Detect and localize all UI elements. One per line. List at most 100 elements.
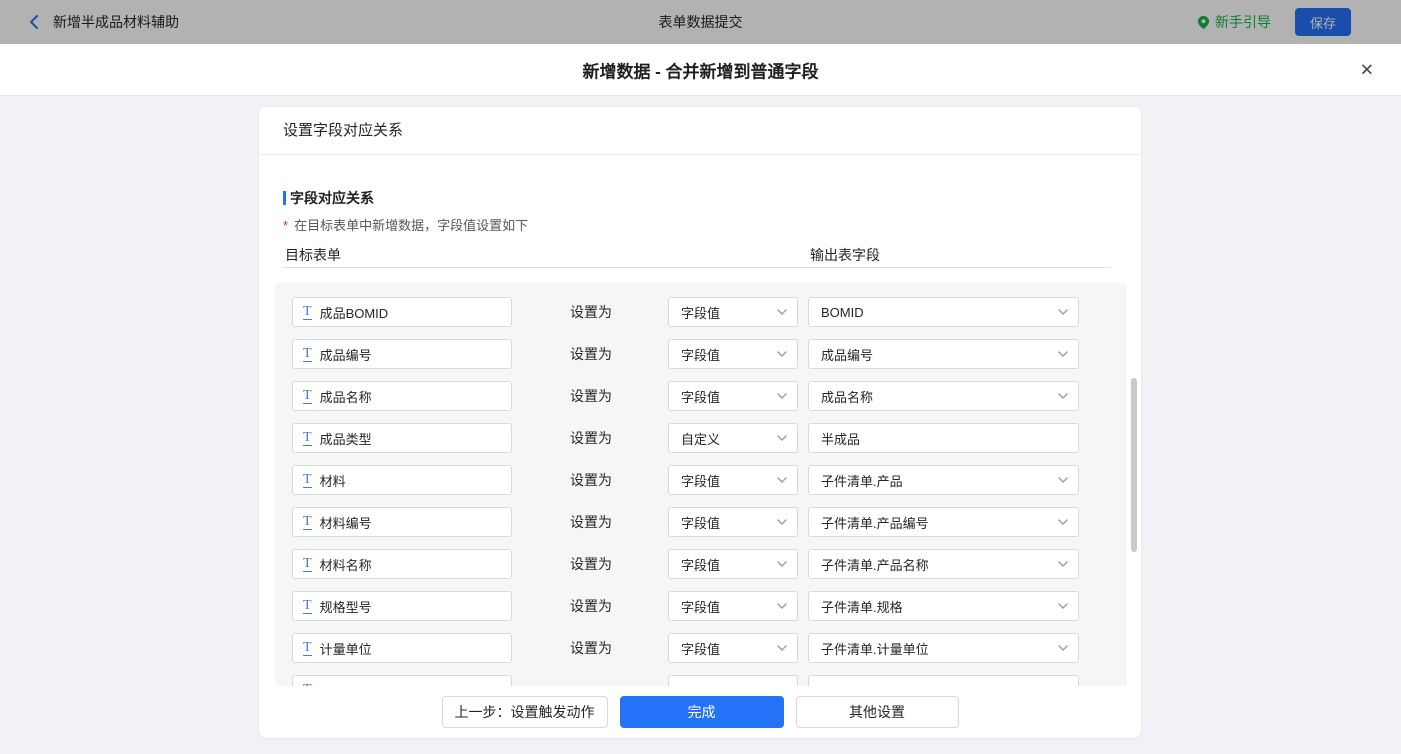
set-as-label: 设置为 bbox=[570, 556, 612, 572]
hint-text: * 在目标表单中新增数据，字段值设置如下 bbox=[283, 215, 528, 234]
chevron-down-icon bbox=[1058, 645, 1068, 651]
mode-select-value: 字段值 bbox=[681, 305, 721, 321]
chevron-down-icon bbox=[777, 393, 787, 399]
chevron-down-icon bbox=[1058, 603, 1068, 609]
text-field-icon: T bbox=[303, 639, 312, 656]
chevron-down-icon bbox=[777, 519, 787, 525]
mode-select-value: 字段值 bbox=[681, 557, 721, 573]
mode-select-value: 自定义 bbox=[681, 431, 721, 447]
mapping-row: T 成品BOMID 设置为 字段值 BOMID bbox=[292, 297, 1127, 327]
text-field-icon: T bbox=[303, 471, 312, 488]
value-select[interactable]: 子件清单.产品编号 bbox=[808, 507, 1079, 537]
value-select[interactable]: 子件清单.规格 bbox=[808, 591, 1079, 621]
modal-body: 设置字段对应关系 字段对应关系 * 在目标表单中新增数据，字段值设置如下 目标表单… bbox=[0, 97, 1401, 754]
value-select-value: 子件清单.产品 bbox=[821, 473, 903, 489]
chevron-down-icon bbox=[777, 435, 787, 441]
set-as-label: 设置为 bbox=[570, 388, 612, 404]
target-field-input[interactable]: T 成品编号 bbox=[292, 339, 512, 369]
target-field-input[interactable]: T 规格型号 bbox=[292, 591, 512, 621]
column-divider bbox=[283, 267, 1111, 268]
chevron-down-icon bbox=[1058, 393, 1068, 399]
done-button[interactable]: 完成 bbox=[619, 696, 784, 728]
modal-header: 新增数据 - 合并新增到普通字段 ✕ bbox=[0, 44, 1401, 96]
chevron-down-icon bbox=[1058, 477, 1068, 483]
mode-select[interactable]: 字段值 bbox=[668, 633, 798, 663]
value-select[interactable]: BOMID bbox=[808, 297, 1079, 327]
mapping-row: T 材料 设置为 字段值 子件清单.产品 bbox=[292, 465, 1127, 495]
mode-select[interactable]: 字段值 bbox=[668, 507, 798, 537]
footer-bar: 上一步：设置触发动作 完成 其他设置 bbox=[259, 686, 1141, 738]
mode-select[interactable]: 字段值 bbox=[668, 591, 798, 621]
chevron-down-icon bbox=[777, 477, 787, 483]
set-as-label: 设置为 bbox=[570, 472, 612, 488]
chevron-down-icon bbox=[1058, 519, 1068, 525]
mode-select-value: 字段值 bbox=[681, 641, 721, 657]
set-as-label: 设置为 bbox=[570, 598, 612, 614]
text-field-icon: T bbox=[303, 429, 312, 446]
target-field-label: 材料名称 bbox=[319, 557, 372, 573]
hint-label: 在目标表单中新增数据，字段值设置如下 bbox=[294, 218, 529, 233]
text-field-icon: T bbox=[303, 387, 312, 404]
value-select-value: 子件清单.规格 bbox=[821, 599, 903, 615]
other-settings-button[interactable]: 其他设置 bbox=[795, 696, 959, 728]
target-field-label: 材料编号 bbox=[319, 515, 372, 531]
target-field-input[interactable]: T 材料 bbox=[292, 465, 512, 495]
scrollbar-thumb[interactable] bbox=[1131, 378, 1137, 552]
value-select[interactable] bbox=[808, 675, 1079, 686]
value-select-value: 子件清单.产品编号 bbox=[821, 515, 929, 531]
value-select-value: BOMID bbox=[821, 304, 864, 320]
mode-select[interactable]: 自定义 bbox=[668, 423, 798, 453]
value-select-value: 成品名称 bbox=[821, 389, 874, 405]
mode-select-value: 字段值 bbox=[681, 389, 721, 405]
text-field-icon: T bbox=[303, 345, 312, 362]
set-as-label: 设置为 bbox=[570, 640, 612, 656]
chevron-down-icon bbox=[777, 603, 787, 609]
value-select-value: 成品编号 bbox=[821, 347, 874, 363]
value-select[interactable]: 子件清单.产品 bbox=[808, 465, 1079, 495]
mode-select[interactable]: 字段值 bbox=[668, 339, 798, 369]
chevron-down-icon bbox=[777, 561, 787, 567]
target-field-label: 成品类型 bbox=[319, 431, 372, 447]
required-asterisk: * bbox=[283, 218, 289, 233]
target-field-input[interactable]: T 计量单位 bbox=[292, 633, 512, 663]
prev-step-button[interactable]: 上一步：设置触发动作 bbox=[441, 696, 608, 728]
target-field-label: 计量单位 bbox=[319, 641, 372, 657]
target-field-label: 成品名称 bbox=[319, 389, 372, 405]
target-field-input[interactable]: T 材料编号 bbox=[292, 507, 512, 537]
value-select[interactable]: 子件清单.计量单位 bbox=[808, 633, 1079, 663]
target-field-label: 成品BOMID bbox=[319, 305, 389, 321]
target-field-input[interactable]: T bbox=[292, 675, 512, 686]
target-field-label: 成品编号 bbox=[319, 347, 372, 363]
section-title-label: 字段对应关系 bbox=[290, 190, 374, 206]
text-field-icon: T bbox=[303, 303, 312, 320]
value-select[interactable]: 成品名称 bbox=[808, 381, 1079, 411]
value-select[interactable]: 半成品 bbox=[808, 423, 1079, 453]
column-header-target-form: 目标表单 bbox=[285, 247, 341, 263]
value-select-value: 半成品 bbox=[821, 431, 861, 447]
text-field-icon: T bbox=[303, 555, 312, 572]
chevron-down-icon bbox=[777, 645, 787, 651]
chevron-down-icon bbox=[1058, 351, 1068, 357]
target-field-input[interactable]: T 成品类型 bbox=[292, 423, 512, 453]
close-icon[interactable]: ✕ bbox=[1360, 61, 1374, 78]
mode-select[interactable] bbox=[668, 675, 798, 686]
value-select[interactable]: 子件清单.产品名称 bbox=[808, 549, 1079, 579]
target-field-label: 材料 bbox=[319, 473, 346, 489]
mode-select[interactable]: 字段值 bbox=[668, 297, 798, 327]
target-field-input[interactable]: T 成品名称 bbox=[292, 381, 512, 411]
mode-select-value: 字段值 bbox=[681, 347, 721, 363]
mode-select[interactable]: 字段值 bbox=[668, 381, 798, 411]
mode-select[interactable]: 字段值 bbox=[668, 465, 798, 495]
card-header-title: 设置字段对应关系 bbox=[259, 107, 1141, 155]
mode-select-value: 字段值 bbox=[681, 515, 721, 531]
mode-select[interactable]: 字段值 bbox=[668, 549, 798, 579]
text-field-icon: T bbox=[303, 597, 312, 614]
value-select[interactable]: 成品编号 bbox=[808, 339, 1079, 369]
set-as-label: 设置为 bbox=[570, 346, 612, 362]
mapping-row: T 成品类型 设置为 自定义 半成品 bbox=[292, 423, 1127, 453]
mapping-panel: T 成品BOMID 设置为 字段值 BOMID T 成品编号 设置为 字段值 成… bbox=[275, 283, 1127, 686]
target-field-input[interactable]: T 成品BOMID bbox=[292, 297, 512, 327]
target-field-input[interactable]: T 材料名称 bbox=[292, 549, 512, 579]
text-field-icon: T bbox=[303, 513, 312, 530]
modal-title: 新增数据 - 合并新增到普通字段 bbox=[582, 62, 819, 81]
